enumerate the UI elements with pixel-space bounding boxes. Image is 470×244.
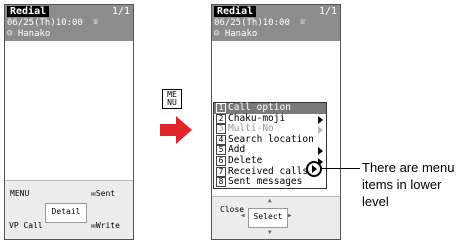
menu-item-number: 6 (216, 155, 226, 166)
contact-icon: ☺ (214, 29, 220, 39)
call-datetime: 06/25(Th)10:00 (214, 18, 290, 28)
select-label: Select (253, 212, 283, 221)
sent-label: Sent (95, 189, 116, 198)
menu-softkey[interactable]: MENU (10, 189, 29, 198)
submenu-arrow-icon (318, 115, 323, 124)
menu-item-label: Received calls (228, 165, 309, 177)
softkey-bar: MENU ✉Sent Detail VP Call ✉Write (5, 180, 133, 239)
right-phone-screen: Redial 1/1 06/25(Th)10:00 ☏ ☺ Hanako 1 Ca… (211, 4, 341, 240)
contact-name: ☺ Hanako (7, 29, 50, 40)
contact-name-text: Hanako (224, 29, 258, 39)
menu-item-sent-messages[interactable]: 8 Sent messages (214, 176, 326, 188)
menu-item-label: Delete (228, 154, 263, 166)
menu-item-number: 5 (216, 145, 226, 156)
menu-item-label: Sent messages (228, 176, 303, 188)
menu-item-label: Chaku-moji (228, 112, 286, 124)
callout-marker (306, 161, 322, 177)
menu-key-icon: ME NU (162, 89, 182, 109)
submenu-arrow-icon (318, 147, 323, 156)
write-softkey[interactable]: ✉Write (91, 221, 120, 230)
submenu-arrow-icon (318, 126, 323, 135)
red-arrow-icon (160, 116, 192, 144)
phone-icon: ☏ (300, 17, 306, 27)
left-arrow-icon: ◀ (241, 212, 245, 219)
contact-icon: ☺ (7, 29, 13, 39)
down-arrow-icon: ▼ (268, 229, 272, 236)
menu-item-number: 7 (216, 166, 226, 177)
contact-name: ☺ Hanako (214, 29, 257, 40)
sent-softkey[interactable]: ✉Sent (91, 189, 115, 198)
menu-item-number: 3 (216, 124, 226, 135)
menu-item-number: 1 (216, 103, 226, 113)
detail-button[interactable]: Detail (45, 203, 87, 223)
menu-item-label: Search location (228, 133, 314, 145)
page-count: 1/1 (111, 6, 130, 17)
right-arrow-icon: ▶ (288, 212, 292, 219)
menu-item-label: Call option (228, 102, 291, 113)
menu-key-label: ME NU (167, 90, 177, 107)
page-count: 1/1 (318, 6, 337, 17)
phone-icon: ☏ (93, 17, 99, 27)
call-datetime: 06/25(Th)10:00 (7, 18, 83, 28)
left-phone-screen: Redial 1/1 06/25(Th)10:00 ☏ ☺ Hanako MEN… (4, 4, 134, 240)
select-button[interactable]: Select (248, 208, 288, 228)
menu-item-number: 8 (216, 177, 226, 188)
redial-header: Redial 1/1 06/25(Th)10:00 ☏ ☺ Hanako (212, 5, 340, 41)
callout-text: There are menu items in lower level (362, 160, 455, 209)
redial-header: Redial 1/1 06/25(Th)10:00 ☏ ☺ Hanako (5, 5, 133, 41)
callout-leader-line (322, 168, 360, 169)
softkey-bar: Close ▲ Select ◀ ▶ ▼ (212, 196, 340, 239)
write-label: Write (95, 221, 120, 230)
submenu-arrow-icon (312, 165, 317, 173)
screen-title-badge: Redial (7, 6, 50, 17)
menu-item-label: Multi-No (228, 123, 274, 135)
menu-item-number: 4 (216, 134, 226, 145)
menu-item-label: Add (228, 144, 246, 156)
contact-name-text: Hanako (17, 29, 51, 39)
screen-title-badge: Redial (214, 6, 257, 17)
up-arrow-icon: ▲ (268, 197, 272, 204)
menu-item-number: 2 (216, 113, 226, 124)
vp-call-softkey[interactable]: VP Call (9, 221, 43, 230)
detail-label: Detail (51, 207, 81, 216)
